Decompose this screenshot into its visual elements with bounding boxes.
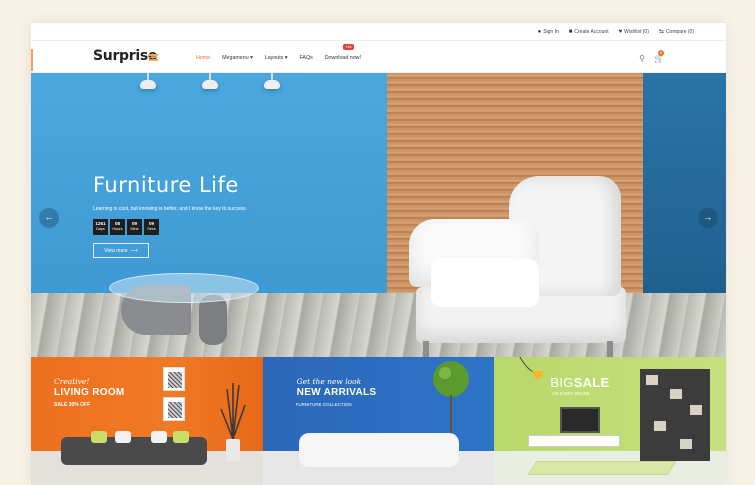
cart-icon[interactable]: 🛒 0 [654, 50, 665, 63]
sofa-icon [61, 431, 207, 465]
compare-link[interactable]: ⇆ Compare (0) [658, 28, 694, 36]
nav-item-megamenu[interactable]: Megamenu ▾ [222, 55, 253, 61]
hot-badge: Hot [343, 44, 355, 50]
main-header: Surprise Home Megamenu ▾ Layouts ▾ FAQs … [31, 41, 726, 73]
countdown-mins-value: 09 [131, 221, 138, 226]
cart-count-badge: 0 [658, 50, 665, 56]
countdown-secs-unit: Secs [147, 227, 156, 231]
countdown-mins: 09 Mins [127, 219, 142, 235]
nav-item-download[interactable]: Download now! [325, 55, 361, 61]
main-nav: Home Megamenu ▾ Layouts ▾ FAQs Download … [196, 55, 361, 61]
banner-title: LIVING ROOM [54, 387, 125, 398]
banner-caption: ON EVERY BRAND [552, 391, 590, 396]
banner-title: BIGSALE [550, 375, 609, 390]
banner-title-bold: SALE [573, 375, 610, 390]
hero-title: Furniture Life [93, 173, 239, 197]
banner-new-arrivals[interactable]: Get the new look NEW ARRIVALS FURNITURE … [262, 357, 495, 485]
create-account-label: Create Account [574, 28, 609, 35]
countdown-hours: 08 Hours [110, 219, 125, 235]
tv-icon [560, 407, 601, 433]
tv-cabinet-icon [528, 435, 621, 447]
nav-item-home[interactable]: Home [196, 55, 210, 61]
nav-item-layouts[interactable]: Layouts ▾ [265, 55, 288, 61]
countdown-timer: 1261 Days 08 Hours 09 Mins 09 Secs [93, 219, 159, 235]
create-account-link[interactable]: ■ Create Account [569, 29, 609, 35]
banner-script-text: Creative! [54, 377, 90, 386]
sign-in-label: Sign In [543, 28, 559, 35]
compare-icon: ⇆ [658, 29, 664, 35]
promo-banners: Creative! LIVING ROOM SALE 30% OFF Get t… [31, 357, 726, 485]
banner-caption: SALE 30% OFF [54, 402, 91, 408]
plant-icon [220, 383, 246, 461]
slider-prev-button[interactable]: ← [39, 208, 59, 228]
armchair-leg [423, 341, 429, 357]
rug-icon [528, 461, 677, 475]
banner-script-text: Get the new look [296, 377, 362, 386]
arrow-right-icon: → [703, 212, 713, 222]
countdown-days-unit: Days [96, 227, 105, 231]
arrow-left-icon: ← [44, 212, 54, 222]
heart-icon: ♥ [618, 28, 623, 35]
view-more-button[interactable]: View more ⟶ [93, 243, 149, 258]
armchair-leg [607, 341, 613, 357]
bookshelf-icon [640, 369, 711, 461]
view-more-label: View more [104, 247, 128, 254]
banner-caption: FURNITURE COLLECTION [295, 402, 352, 407]
dark-blue-wall [643, 73, 726, 303]
ceiling-lamp-icon [201, 73, 219, 89]
user-icon: ● [537, 28, 542, 35]
banner-title: NEW ARRIVALS [296, 387, 377, 398]
slider-next-button[interactable]: → [698, 208, 718, 228]
logo-mark-icon [149, 54, 158, 61]
header-icons: ⚲ 🛒 0 [639, 50, 665, 63]
banner-title-light: BIG [550, 375, 574, 390]
ceiling-lamp-icon [263, 73, 281, 89]
wishlist-label: Wishlist (0) [624, 28, 649, 35]
countdown-mins-unit: Mins [130, 227, 139, 231]
hanging-lamp-icon [519, 357, 545, 379]
armchair-seat [431, 259, 539, 307]
arrow-right-icon: ⟶ [130, 247, 138, 254]
search-icon[interactable]: ⚲ [639, 54, 645, 63]
banner-living-room[interactable]: Creative! LIVING ROOM SALE 30% OFF [31, 357, 263, 485]
wishlist-link[interactable]: ♥ Wishlist (0) [619, 29, 649, 35]
compare-label: Compare (0) [665, 28, 694, 35]
header-accent-bar [31, 49, 33, 71]
ceiling-lamp-icon [139, 73, 157, 89]
banner-big-sale[interactable]: BIGSALE ON EVERY BRAND [494, 357, 726, 485]
site-logo[interactable]: Surprise [93, 48, 157, 64]
countdown-days-value: 1261 [95, 221, 106, 226]
wall-picture-icon [163, 397, 185, 421]
nav-item-faqs[interactable]: FAQs [299, 55, 312, 61]
countdown-secs-value: 09 [148, 221, 155, 226]
account-icon: ■ [568, 28, 573, 35]
hero-subtitle: Learning is cool, but knowing is better,… [93, 206, 246, 212]
countdown-secs: 09 Secs [144, 219, 159, 235]
hero-slider: Furniture Life Learning is cool, but kno… [31, 73, 726, 357]
sign-in-link[interactable]: ● Sign In [538, 29, 559, 35]
page-frame: ● Sign In ■ Create Account ♥ Wishlist (0… [31, 23, 726, 485]
wall-picture-icon [163, 367, 185, 391]
countdown-days: 1261 Days [93, 219, 108, 235]
sofa-icon [298, 433, 459, 467]
top-bar: ● Sign In ■ Create Account ♥ Wishlist (0… [31, 23, 726, 41]
countdown-hours-value: 08 [114, 221, 121, 226]
glass-coffee-table [109, 273, 259, 303]
countdown-hours-unit: Hours [112, 227, 123, 231]
